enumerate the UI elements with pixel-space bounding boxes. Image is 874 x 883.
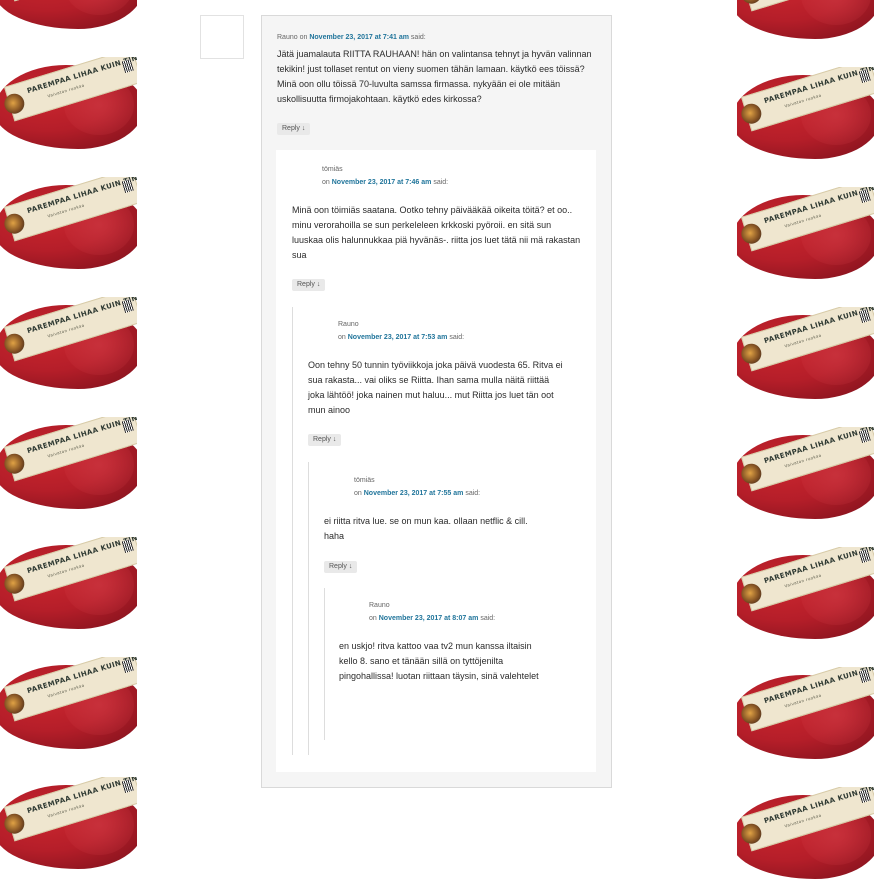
comment-author: Rauno xyxy=(369,602,390,609)
comment-text: Jätä juamalauta RIITTA RAUHAAN! hän on v… xyxy=(277,49,592,104)
meta-on: on xyxy=(338,334,346,341)
meat-ad-banner[interactable]: PAREMPAA LIHAA KUIN TINDERISSÄ Vaivaton … xyxy=(737,307,874,403)
comment-text: en uskjo! ritva kattoo vaa tv2 mun kanss… xyxy=(339,641,539,681)
comment-meta: Rauno on November 23, 2017 at 7:41 am sa… xyxy=(277,33,426,42)
meat-ad-banner[interactable]: PAREMPAA LIHAA KUIN TINDERISSÄ Vaivaton … xyxy=(0,657,137,753)
comment-author: tömiäs xyxy=(354,477,375,484)
meta-on: on xyxy=(369,615,377,622)
meat-ad-banner[interactable]: PAREMPAA LIHAA KUIN TINDERISSÄ Vaivaton … xyxy=(737,187,874,283)
meat-ad-banner[interactable]: PAREMPAA LIHAA KUIN TINDERISSÄ Vaivaton … xyxy=(0,297,137,393)
thread-indent-line xyxy=(292,307,293,755)
meat-ad-banner[interactable]: PAREMPAA LIHAA KUIN TINDERISSÄ Vaivaton … xyxy=(0,57,137,153)
meat-ad-banner[interactable]: PAREMPAA LIHAA KUIN TINDERISSÄ Vaivaton … xyxy=(0,177,137,273)
meta-on: on xyxy=(322,179,330,186)
meta-said: said: xyxy=(480,615,496,622)
meat-ad-banner[interactable]: PAREMPAA LIHAA KUIN TINDERISSÄ Vaivaton … xyxy=(0,777,137,873)
reply-button[interactable]: Reply ↓ xyxy=(292,279,326,291)
comment-date-link[interactable]: November 23, 2017 at 7:55 am xyxy=(364,490,464,497)
comment-text: Minä oon töimiäs saatana. Ootko tehny pä… xyxy=(292,205,581,260)
meta-on: on xyxy=(299,34,308,41)
reply-button[interactable]: Reply ↓ xyxy=(324,561,358,573)
comment-meta: on November 23, 2017 at 7:53 am said: xyxy=(338,333,464,342)
comment-meta: on November 23, 2017 at 8:07 am said: xyxy=(369,614,495,623)
meat-ad-banner[interactable]: PAREMPAA LIHAA KUIN TINDERISSÄ Vaivaton … xyxy=(0,537,137,633)
meat-ad-banner[interactable]: PAREMPAA LIHAA KUIN TINDERISSÄ Vaivaton … xyxy=(737,547,874,643)
comment-thread: Rauno on November 23, 2017 at 7:41 am sa… xyxy=(261,15,612,788)
meat-ad-banner[interactable]: PAREMPAA LIHAA KUIN TINDERISSÄ Vaivaton … xyxy=(737,667,874,763)
meat-ad-banner[interactable]: PAREMPAA LIHAA KUIN TINDERISSÄ Vaivaton … xyxy=(0,0,137,33)
meat-ad-banner[interactable]: PAREMPAA LIHAA KUIN TINDERISSÄ Vaivaton … xyxy=(0,417,137,513)
comment-text: Oon tehny 50 tunnin työviikkoja joka päi… xyxy=(308,360,563,415)
comment-author: tömiäs xyxy=(322,166,343,173)
meat-ad-banner[interactable]: PAREMPAA LIHAA KUIN TINDERISSÄ Vaivaton … xyxy=(737,787,874,883)
comment-author: Rauno xyxy=(338,321,359,328)
meat-image xyxy=(0,0,137,29)
reply-button[interactable]: Reply ↓ xyxy=(308,434,342,446)
comment-date-link[interactable]: November 23, 2017 at 7:53 am xyxy=(348,334,448,341)
avatar xyxy=(200,15,244,59)
meat-ad-banner[interactable]: PAREMPAA LIHAA KUIN TINDERISSÄ Vaivaton … xyxy=(737,67,874,163)
meta-said: said: xyxy=(410,34,426,41)
comment-meta: on November 23, 2017 at 7:46 am said: xyxy=(322,178,448,187)
meta-said: said: xyxy=(465,490,481,497)
meta-said: said: xyxy=(433,179,449,186)
meta-on: on xyxy=(354,490,362,497)
comment-date-link[interactable]: November 23, 2017 at 8:07 am xyxy=(379,615,479,622)
comment-date-link[interactable]: November 23, 2017 at 7:41 am xyxy=(309,34,409,41)
comment-meta: on November 23, 2017 at 7:55 am said: xyxy=(354,489,480,498)
reply-button[interactable]: Reply ↓ xyxy=(277,123,311,135)
nested-replies: tömiäs on November 23, 2017 at 7:46 am s… xyxy=(276,150,596,772)
thread-indent-line xyxy=(308,462,309,755)
meat-ad-banner[interactable]: PAREMPAA LIHAA KUIN TINDERISSÄ Vaivaton … xyxy=(737,427,874,523)
comment-date-link[interactable]: November 23, 2017 at 7:46 am xyxy=(332,179,432,186)
meat-ad-banner[interactable]: PAREMPAA LIHAA KUIN TINDERISSÄ Vaivaton … xyxy=(737,0,874,43)
comment-text: ei riitta ritva lue. se on mun kaa. olla… xyxy=(324,516,528,541)
comment-author: Rauno xyxy=(277,34,298,41)
thread-indent-line xyxy=(324,588,325,740)
meta-said: said: xyxy=(449,334,465,341)
